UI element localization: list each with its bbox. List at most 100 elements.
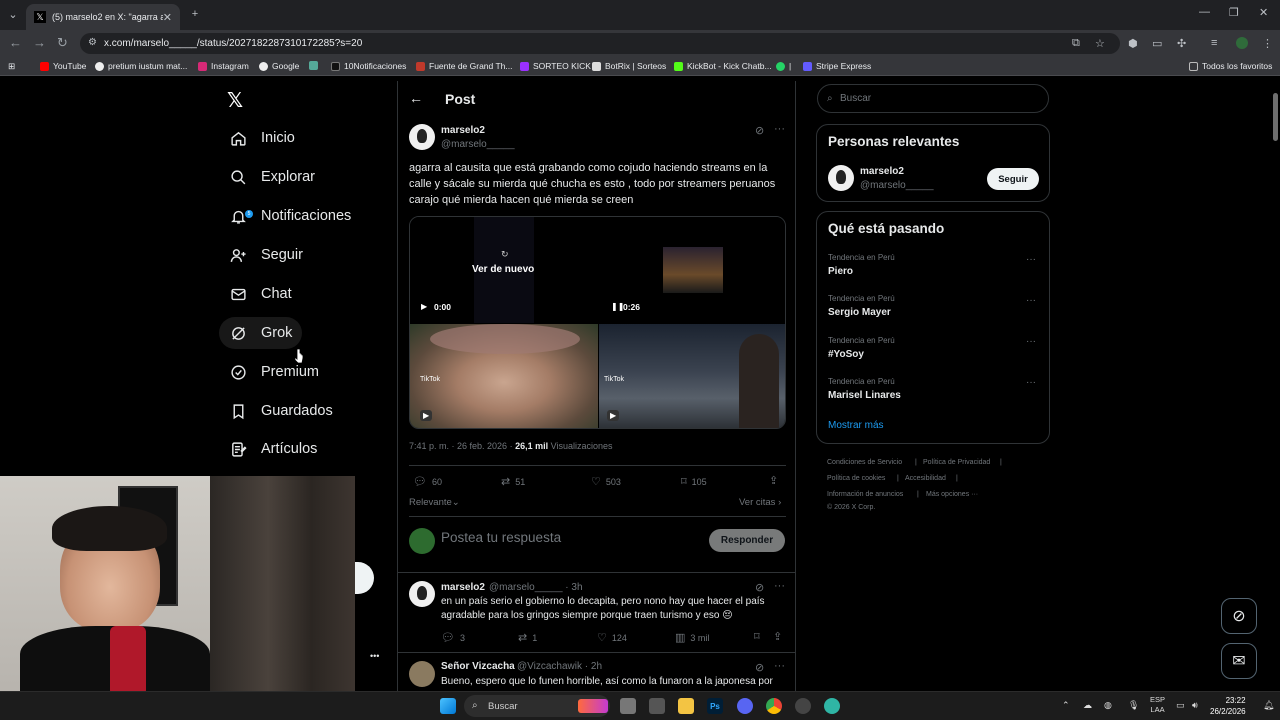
- chrome-menu-icon[interactable]: ⋮: [1262, 37, 1273, 50]
- view-quotes-link[interactable]: Ver citas ›: [739, 497, 781, 508]
- volume-icon[interactable]: 🔊︎: [1192, 700, 1198, 711]
- video-3[interactable]: TikTok ▶: [410, 324, 598, 428]
- more-options-icon[interactable]: ···: [774, 660, 785, 672]
- trend-name[interactable]: Marisel Linares: [828, 390, 901, 401]
- bookmark-pretium[interactable]: pretium iustum mat...: [95, 61, 187, 71]
- footer-link[interactable]: Más opciones ···: [926, 491, 978, 498]
- all-bookmarks[interactable]: Todos los favoritos: [1189, 61, 1272, 71]
- avatar[interactable]: [409, 581, 435, 607]
- bookmark-stripe[interactable]: Stripe Express: [803, 61, 871, 71]
- extension-shield-icon[interactable]: ⬢: [1128, 37, 1138, 50]
- tray-chevron-icon[interactable]: ⌃: [1062, 700, 1070, 711]
- trend-name[interactable]: Piero: [828, 266, 853, 277]
- apps-icon[interactable]: ⊞: [8, 61, 15, 72]
- reading-list-icon[interactable]: ≡: [1211, 37, 1217, 49]
- follow-button[interactable]: Seguir: [987, 168, 1039, 190]
- minimize-icon[interactable]: —: [1199, 6, 1210, 18]
- discord-icon[interactable]: [737, 698, 753, 714]
- nav-item-explorar[interactable]: Explorar: [219, 161, 325, 193]
- tray-app-icon[interactable]: ◍: [1104, 700, 1112, 711]
- bookmark-action[interactable]: ⌑ 105: [681, 475, 707, 488]
- share-action[interactable]: ⇪: [773, 630, 787, 643]
- grok-icon[interactable]: ⊘: [755, 124, 764, 137]
- footer-link[interactable]: Accesibilidad: [905, 475, 946, 482]
- star-icon[interactable]: ☆: [1095, 37, 1105, 50]
- video-2[interactable]: ❚❚ 0:26: [599, 217, 785, 323]
- reply-action[interactable]: 💬︎ 3: [441, 631, 465, 644]
- nav-item-premium[interactable]: Premium: [219, 356, 329, 388]
- messages-fab[interactable]: ✉: [1221, 643, 1257, 679]
- reply-author-handle[interactable]: @marselo_____ · 3h: [489, 582, 583, 593]
- more-options-icon[interactable]: ···: [1026, 295, 1036, 306]
- chrome-icon[interactable]: [766, 698, 782, 714]
- grok-fab[interactable]: ⊘: [1221, 598, 1257, 634]
- trend-name[interactable]: Sergio Mayer: [828, 307, 891, 318]
- reply-author-handle[interactable]: @Vizcachawik · 2h: [517, 661, 602, 672]
- close-window-icon[interactable]: ✕: [1259, 6, 1268, 19]
- extension-card-icon[interactable]: ▭: [1152, 37, 1162, 50]
- bookmark-botrix[interactable]: BotRix | Sorteos: [592, 61, 666, 71]
- nav-item-chat[interactable]: Chat: [219, 278, 302, 310]
- bookmark-misc[interactable]: [309, 61, 322, 70]
- tray-app-icon[interactable]: ☁: [1083, 700, 1092, 711]
- more-options-icon[interactable]: ···: [774, 123, 785, 135]
- bookmark-kickbot[interactable]: KickBot - Kick Chatb...: [674, 61, 772, 71]
- bookmark-whatsapp[interactable]: |: [776, 61, 791, 71]
- bookmark-10notificaciones[interactable]: 10Notificaciones: [331, 61, 406, 71]
- tab-search-icon[interactable]: ⌄: [4, 6, 22, 22]
- account-more-icon[interactable]: •••: [370, 651, 379, 661]
- grok-icon[interactable]: ⊘: [755, 661, 764, 674]
- windows-start-icon[interactable]: [440, 698, 456, 714]
- play-icon[interactable]: ▶: [420, 410, 433, 421]
- replay-label[interactable]: Ver de nuevo: [472, 264, 534, 275]
- more-options-icon[interactable]: ···: [1026, 336, 1036, 347]
- forward-icon[interactable]: →: [33, 35, 46, 50]
- footer-link[interactable]: Condiciones de Servicio: [827, 459, 902, 466]
- avatar[interactable]: [409, 661, 435, 687]
- new-tab-icon[interactable]: +: [186, 6, 204, 22]
- play-icon[interactable]: ▶: [607, 410, 620, 421]
- grok-icon[interactable]: ⊘: [755, 581, 764, 594]
- nav-item-inicio[interactable]: Inicio: [219, 122, 305, 154]
- reply-author-name[interactable]: Señor Vizcacha: [441, 661, 515, 672]
- sort-relevant-dropdown[interactable]: Relevante⌄: [409, 497, 460, 508]
- nav-item-notificaciones[interactable]: 5 Notificaciones: [219, 200, 361, 232]
- obs-icon[interactable]: [795, 698, 811, 714]
- replay-icon[interactable]: ↻: [501, 249, 509, 260]
- views-action[interactable]: ▥ 3 mil: [675, 631, 709, 644]
- author-handle[interactable]: @marselo_____: [441, 139, 515, 150]
- close-tab-icon[interactable]: ✕: [163, 11, 172, 24]
- nav-item-seguir[interactable]: Seguir: [219, 239, 313, 271]
- scrollbar-thumb[interactable]: [1273, 93, 1278, 141]
- reply-action[interactable]: 💬︎ 60: [413, 475, 442, 488]
- author-name[interactable]: marselo2: [441, 125, 485, 136]
- reply-author-name[interactable]: marselo2: [441, 582, 485, 593]
- more-options-icon[interactable]: ···: [1026, 254, 1036, 265]
- clock[interactable]: 23:22 26/2/2026: [1210, 695, 1246, 717]
- bookmark-google[interactable]: Google: [259, 61, 299, 71]
- nav-item-articulos[interactable]: Artículos: [219, 433, 327, 465]
- search-input[interactable]: ⌕ Buscar: [817, 84, 1049, 113]
- extensions-puzzle-icon[interactable]: ✣: [1177, 37, 1186, 50]
- notifications-icon[interactable]: 🔔︎: [1263, 700, 1274, 711]
- bookmark-youtube[interactable]: YouTube: [40, 61, 86, 71]
- footer-link[interactable]: Información de anuncios: [827, 491, 903, 498]
- video-1[interactable]: ↻ Ver de nuevo ▶ 0:00: [410, 217, 598, 323]
- language-indicator[interactable]: ESP LAA: [1150, 695, 1165, 715]
- browser-tab[interactable]: 𝕏 (5) marselo2 en X: "agarra al ca ✕: [26, 4, 180, 30]
- back-icon[interactable]: ←: [9, 35, 22, 50]
- nav-item-grok[interactable]: Grok: [219, 317, 303, 349]
- app-icon[interactable]: [824, 698, 840, 714]
- footer-link[interactable]: Política de cookies: [827, 475, 885, 482]
- avatar[interactable]: [409, 124, 435, 150]
- microphone-icon[interactable]: 🎙︎: [1128, 700, 1139, 711]
- video-4[interactable]: TikTok ▶: [599, 324, 785, 428]
- like-action[interactable]: ♡ 503: [591, 475, 621, 488]
- relevant-handle[interactable]: @marselo_____: [860, 180, 934, 191]
- page-scrollbar[interactable]: [1271, 81, 1280, 691]
- bookmark-sorteo-kick[interactable]: SORTEO KICK: [520, 61, 591, 71]
- repost-action[interactable]: ⇄ 1: [518, 631, 537, 644]
- x-logo-icon[interactable]: 𝕏: [227, 88, 243, 113]
- nav-item-guardados[interactable]: Guardados: [219, 395, 343, 427]
- task-view-icon[interactable]: [620, 698, 636, 714]
